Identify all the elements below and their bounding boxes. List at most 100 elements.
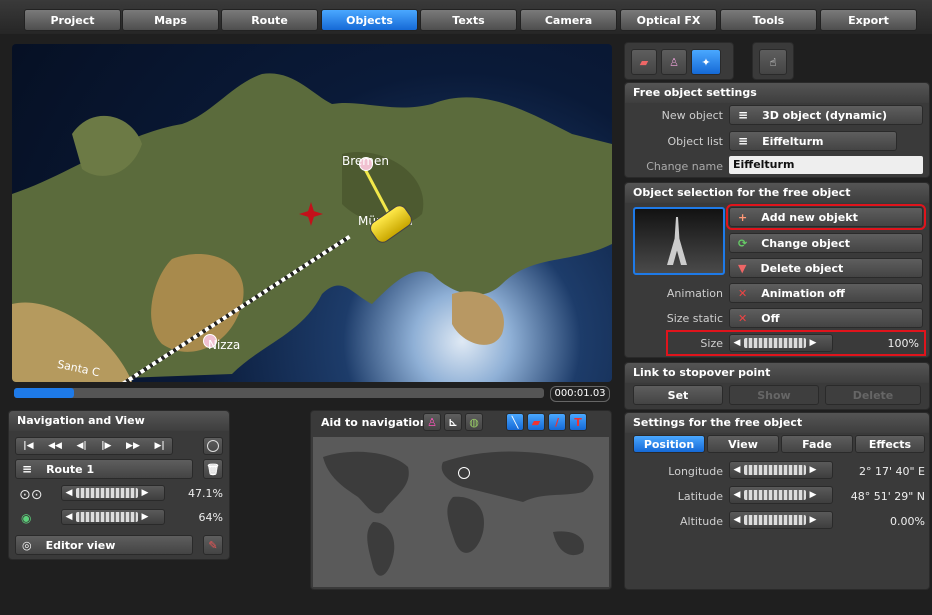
list-icon: ≡ [738, 108, 749, 122]
vehicle-icon: ▰ [639, 55, 649, 69]
size-static-toggle[interactable]: ✕ Off [729, 308, 923, 328]
aid-tool-5[interactable]: ▰ [527, 413, 545, 431]
map-preview[interactable]: Bremen München Nizza Santa C [12, 44, 612, 382]
tab-maps[interactable]: Maps [122, 9, 219, 31]
aid-tool-4[interactable]: ╲ [506, 413, 524, 431]
aid-title: Aid to navigation [321, 416, 428, 429]
stopover-title: Link to stopover point [625, 363, 929, 383]
timeline-track[interactable] [14, 388, 544, 398]
animation-toggle[interactable]: ✕ Animation off [729, 283, 923, 303]
last-frame-icon[interactable]: ▶| [154, 441, 164, 451]
object-selection-panel: Object selection for the free object + Ad… [624, 182, 930, 358]
first-frame-icon[interactable]: |◀ [23, 441, 33, 451]
aid-tool-2[interactable]: ⊾ [444, 413, 462, 431]
view-selector[interactable]: ◎ Editor view [15, 535, 193, 555]
trash-button[interactable]: 🗑 [203, 459, 223, 479]
change-name-input[interactable]: Eiffelturm [729, 156, 923, 174]
route-line-icon: ╲ [511, 415, 519, 429]
edit-icon: ✎ [208, 538, 218, 552]
person-icon: ♙ [427, 415, 437, 429]
transport-controls[interactable]: |◀ ◀◀ ◀| |▶ ▶▶ ▶| [15, 437, 173, 455]
altitude-value: 0.00% [890, 515, 925, 528]
route-selector[interactable]: ≡ Route 1 [15, 459, 193, 479]
object-list-dropdown[interactable]: ≡ Eiffelturm [729, 131, 897, 151]
stopover-delete-button[interactable]: Delete [825, 385, 921, 405]
tab-optical-fx[interactable]: Optical FX [620, 9, 717, 31]
tool-vehicle[interactable]: ▰ [631, 49, 657, 75]
globe-icon: ◍ [469, 415, 479, 429]
step-forward-icon[interactable]: |▶ [101, 441, 111, 451]
binoculars-icon: ⊙⊙ [19, 487, 43, 503]
stopover-set-button[interactable]: Set [633, 385, 723, 405]
aid-panel: Aid to navigation ♙ ⊾ ◍ ╲ ▰ / T [310, 410, 612, 590]
tool-cursor[interactable]: ☝ [759, 49, 787, 75]
size-row: Size ◀ ▶ 100% [666, 330, 926, 356]
animation-value: Animation off [761, 286, 845, 300]
longitude-value: 2° 17' 40" E [858, 465, 925, 478]
marker-icon: T [574, 415, 582, 429]
tool-figure[interactable]: ♙ [661, 49, 687, 75]
refresh-icon: ⟳ [738, 236, 748, 250]
tab-export[interactable]: Export [820, 9, 917, 31]
stopover-show-button[interactable]: Show [729, 385, 819, 405]
aid-tool-1[interactable]: ♙ [423, 413, 441, 431]
change-object-button[interactable]: ⟳ Change object [729, 233, 923, 253]
tilt-slider[interactable]: ◀ ▶ [61, 509, 165, 525]
navigation-panel: Navigation and View |◀ ◀◀ ◀| |▶ ▶▶ ▶| ≡ … [8, 410, 230, 560]
aid-tool-3[interactable]: ◍ [465, 413, 483, 431]
new-object-label: New object [661, 109, 723, 122]
tab-route[interactable]: Route [221, 9, 318, 31]
object-selection-title: Object selection for the free object [625, 183, 929, 203]
route-name: Route 1 [46, 462, 95, 476]
world-overview-map[interactable] [313, 437, 609, 587]
latitude-slider[interactable]: ◀ ▶ [729, 486, 833, 504]
tab-position[interactable]: Position [633, 435, 705, 453]
add-new-object-button[interactable]: + Add new objekt [726, 204, 926, 230]
change-name-label: Change name [646, 160, 723, 173]
x-icon: ✕ [738, 311, 748, 325]
pin-icon: / [554, 415, 560, 429]
tab-view[interactable]: View [707, 435, 779, 453]
altitude-slider[interactable]: ◀ ▶ [729, 511, 833, 529]
measure-icon: ⊾ [448, 415, 458, 429]
edit-view-button[interactable]: ✎ [203, 535, 223, 555]
camera-icon: ◎ [22, 538, 32, 552]
tool-free-object[interactable]: ✦ [691, 49, 721, 75]
latitude-value: 48° 51' 29" N [850, 490, 925, 503]
size-slider[interactable]: ◀ ▶ [729, 334, 833, 352]
new-object-dropdown[interactable]: ≡ 3D object (dynamic) [729, 105, 923, 125]
cursor-tool-box: ☝ [752, 42, 794, 80]
aid-tool-6[interactable]: / [548, 413, 566, 431]
tab-texts[interactable]: Texts [420, 9, 517, 31]
object-preview[interactable] [633, 207, 725, 275]
navigation-title: Navigation and View [9, 411, 229, 431]
altitude-label: Altitude [680, 515, 723, 528]
size-static-label: Size static [666, 312, 723, 325]
zoom-slider[interactable]: ◀ ▶ [61, 485, 165, 501]
tab-tools[interactable]: Tools [720, 9, 817, 31]
free-object-settings-tabs-panel: Settings for the free object Position Vi… [624, 412, 930, 590]
delete-object-button[interactable]: ▼ Delete object [729, 258, 923, 278]
tab-camera[interactable]: Camera [520, 9, 617, 31]
tilt-value: 64% [198, 511, 223, 524]
menu-bar: Project Maps Route Objects Texts Camera … [0, 0, 932, 34]
map-label-nizza: Nizza [208, 338, 241, 352]
object-list-value: Eiffelturm [762, 134, 824, 148]
delete-object-label: Delete object [760, 261, 844, 275]
tab-objects[interactable]: Objects [321, 9, 418, 31]
timeline-progress [14, 388, 74, 398]
step-back-icon[interactable]: ◀| [76, 441, 86, 451]
target-button[interactable] [203, 437, 223, 455]
add-object-icon: + [738, 210, 748, 224]
rewind-icon[interactable]: ◀◀ [48, 441, 62, 451]
fast-forward-icon[interactable]: ▶▶ [126, 441, 140, 451]
tab-effects[interactable]: Effects [855, 435, 925, 453]
tab-project[interactable]: Project [24, 9, 121, 31]
list-icon: ≡ [738, 134, 749, 148]
tab-fade[interactable]: Fade [781, 435, 853, 453]
aid-tool-7[interactable]: T [569, 413, 587, 431]
longitude-slider[interactable]: ◀ ▶ [729, 461, 833, 479]
object-type-toolbar: ▰ ♙ ✦ [624, 42, 734, 80]
free-object-settings-title: Free object settings [625, 83, 929, 103]
crosshair-icon [207, 440, 219, 452]
